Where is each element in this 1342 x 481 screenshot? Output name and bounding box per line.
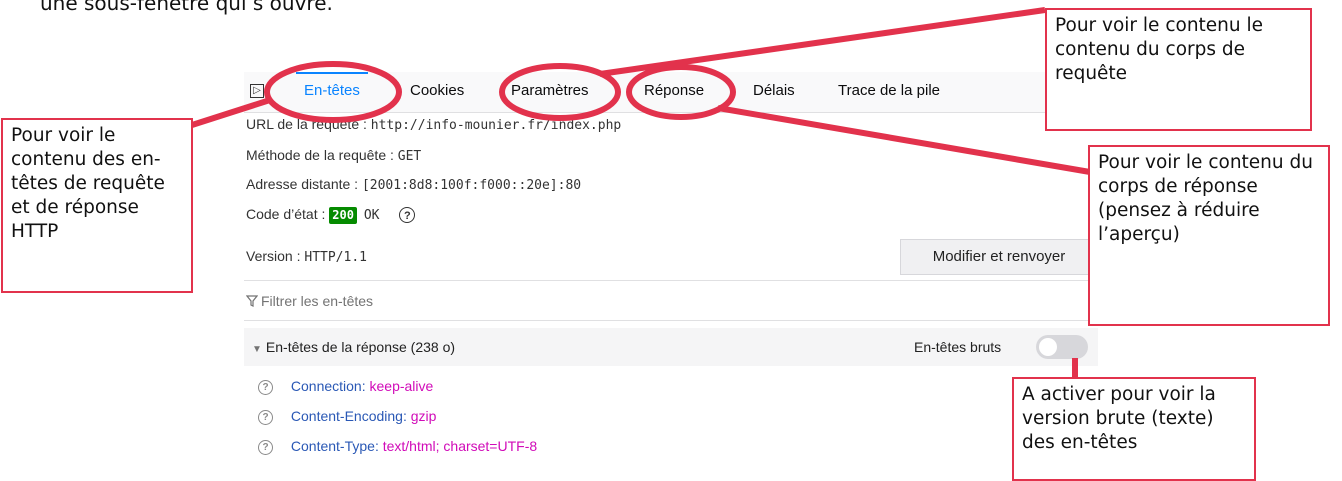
request-url-value: http://info-mounier.fr/index.php [370, 118, 622, 133]
request-url-row: URL de la requête : http://info-mounier.… [246, 116, 621, 133]
status-label: Code d’état : [246, 206, 326, 222]
collapse-triangle-icon: ▼ [252, 344, 262, 355]
version-label: Version : [246, 248, 301, 264]
request-method-label: Méthode de la requête : [246, 147, 394, 163]
response-headers-title-text: En-têtes de la réponse (238 o) [265, 339, 456, 355]
version-row: Version : HTTP/1.1 [246, 248, 367, 265]
remote-address-label: Adresse distante : [246, 176, 359, 192]
tab-headers[interactable]: En-têtes [296, 72, 368, 110]
response-headers-section[interactable]: ▼ En-têtes de la réponse (238 o) En-têtes… [244, 328, 1098, 366]
raw-headers-toggle[interactable] [1036, 335, 1088, 359]
edit-and-resend-button[interactable]: Modifier et renvoyer [900, 239, 1098, 275]
tab-response[interactable]: Réponse [644, 72, 704, 110]
header-value: text/html; charset=UTF-8 [382, 438, 538, 454]
tab-timings[interactable]: Délais [753, 72, 795, 110]
help-icon[interactable]: ? [258, 379, 273, 395]
header-name: Connection: [290, 378, 366, 394]
response-header-row: ? Connection: keep-alive [258, 374, 433, 398]
remote-address-row: Adresse distante : [2001:8d8:100f:f000::… [246, 176, 581, 193]
status-text: OK [363, 208, 380, 223]
header-value: keep-alive [369, 378, 434, 394]
tab-params[interactable]: Paramètres [511, 72, 589, 110]
tab-stack-trace[interactable]: Trace de la pile [838, 72, 940, 110]
callout-raw: A activer pour voir la version brute (te… [1012, 377, 1256, 481]
filter-icon [245, 295, 259, 307]
request-method-value: GET [397, 149, 422, 164]
header-name: Content-Type: [290, 438, 379, 454]
callout-headers: Pour voir le contenu des en-têtes de req… [1, 118, 193, 293]
request-url-label: URL de la requête : [246, 116, 367, 132]
filter-placeholder: Filtrer les en-têtes [261, 293, 374, 309]
callout-response: Pour voir le contenu du corps de réponse… [1088, 145, 1330, 326]
connector-params [599, 7, 1046, 77]
tab-bar: ▷ En-têtes Cookies Paramètres Réponse Dé… [244, 72, 1098, 113]
status-help-icon[interactable]: ? [399, 207, 416, 223]
network-details-panel: ▷ En-têtes Cookies Paramètres Réponse Dé… [244, 72, 1098, 481]
raw-headers-label: En-têtes bruts [914, 339, 1002, 355]
request-method-row: Méthode de la requête : GET [246, 147, 421, 164]
filter-headers-input[interactable]: Filtrer les en-têtes [245, 289, 374, 313]
tab-cookies[interactable]: Cookies [410, 72, 464, 110]
divider [244, 320, 1098, 321]
response-header-row: ? Content-Type: text/html; charset=UTF-8 [258, 434, 537, 458]
remote-address-value: [2001:8d8:100f:f000::20e]:80 [361, 178, 582, 193]
intro-text: une sous-fenêtre qui s’ouvre. [40, 0, 333, 15]
sidebar-toggle-icon[interactable]: ▷ [250, 84, 264, 98]
response-headers-title: ▼ En-têtes de la réponse (238 o) [252, 328, 455, 369]
status-row: Code d’état : 200 OK ? [246, 206, 416, 224]
help-icon[interactable]: ? [258, 409, 273, 425]
header-name: Content-Encoding: [290, 408, 407, 424]
header-value: gzip [410, 408, 437, 424]
help-icon[interactable]: ? [258, 439, 273, 455]
callout-params: Pour voir le contenu le contenu du corps… [1045, 8, 1312, 131]
toggle-knob [1039, 338, 1057, 356]
version-value: HTTP/1.1 [304, 250, 367, 265]
status-code-badge: 200 [329, 207, 357, 224]
response-header-row: ? Content-Encoding: gzip [258, 404, 436, 428]
divider [244, 280, 1098, 281]
